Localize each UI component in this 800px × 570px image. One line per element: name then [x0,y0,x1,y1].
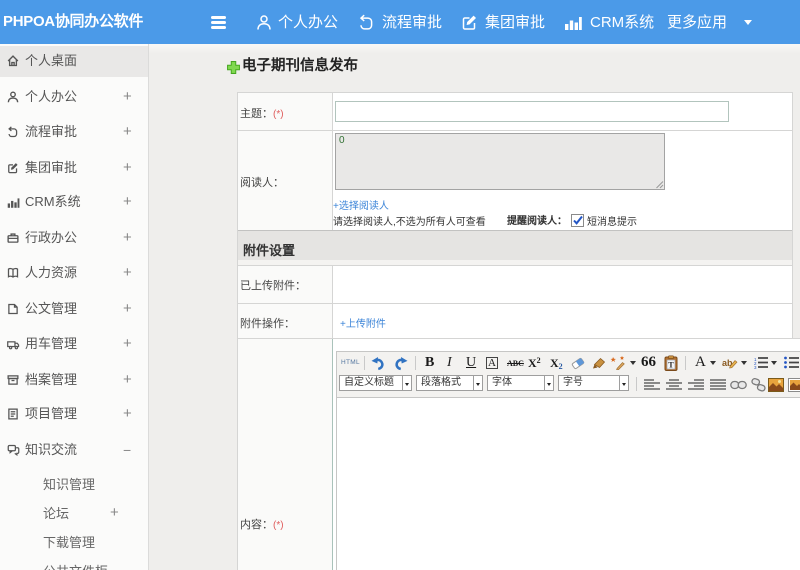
svg-text:T: T [668,359,674,369]
svg-text:3: 3 [754,365,757,369]
